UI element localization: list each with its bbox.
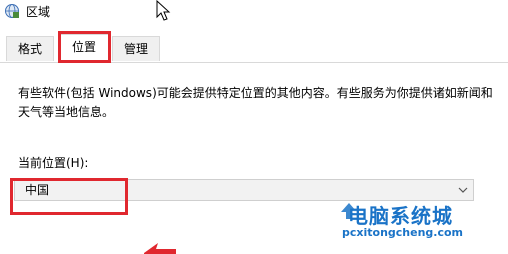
watermark: 电脑系统城 pcxitongcheng.com — [338, 196, 504, 252]
window-title: 区域 — [26, 5, 51, 19]
watermark-title: 电脑系统城 — [348, 204, 453, 228]
region-globe-icon — [5, 4, 19, 18]
tab-highlight-box — [58, 31, 111, 63]
select-highlight-box — [10, 178, 128, 215]
chevron-down-icon — [458, 187, 468, 193]
mouse-cursor-icon — [156, 0, 171, 21]
title-bar: 区域 — [0, 0, 508, 26]
tab-format[interactable]: 格式 — [6, 36, 54, 61]
location-description: 有些软件(包括 Windows)可能会提供特定位置的其他内容。有些服务为你提供诸… — [18, 86, 493, 119]
red-arrow-icon — [144, 243, 176, 254]
current-location-label: 当前位置(H): — [18, 156, 89, 170]
watermark-url: pcxitongcheng.com — [342, 226, 464, 239]
tab-manage[interactable]: 管理 — [112, 36, 160, 61]
region-dialog: 区域 格式 位置 管理 有些软件(包括 Windows)可能会提供特定位置的其他… — [0, 0, 508, 254]
